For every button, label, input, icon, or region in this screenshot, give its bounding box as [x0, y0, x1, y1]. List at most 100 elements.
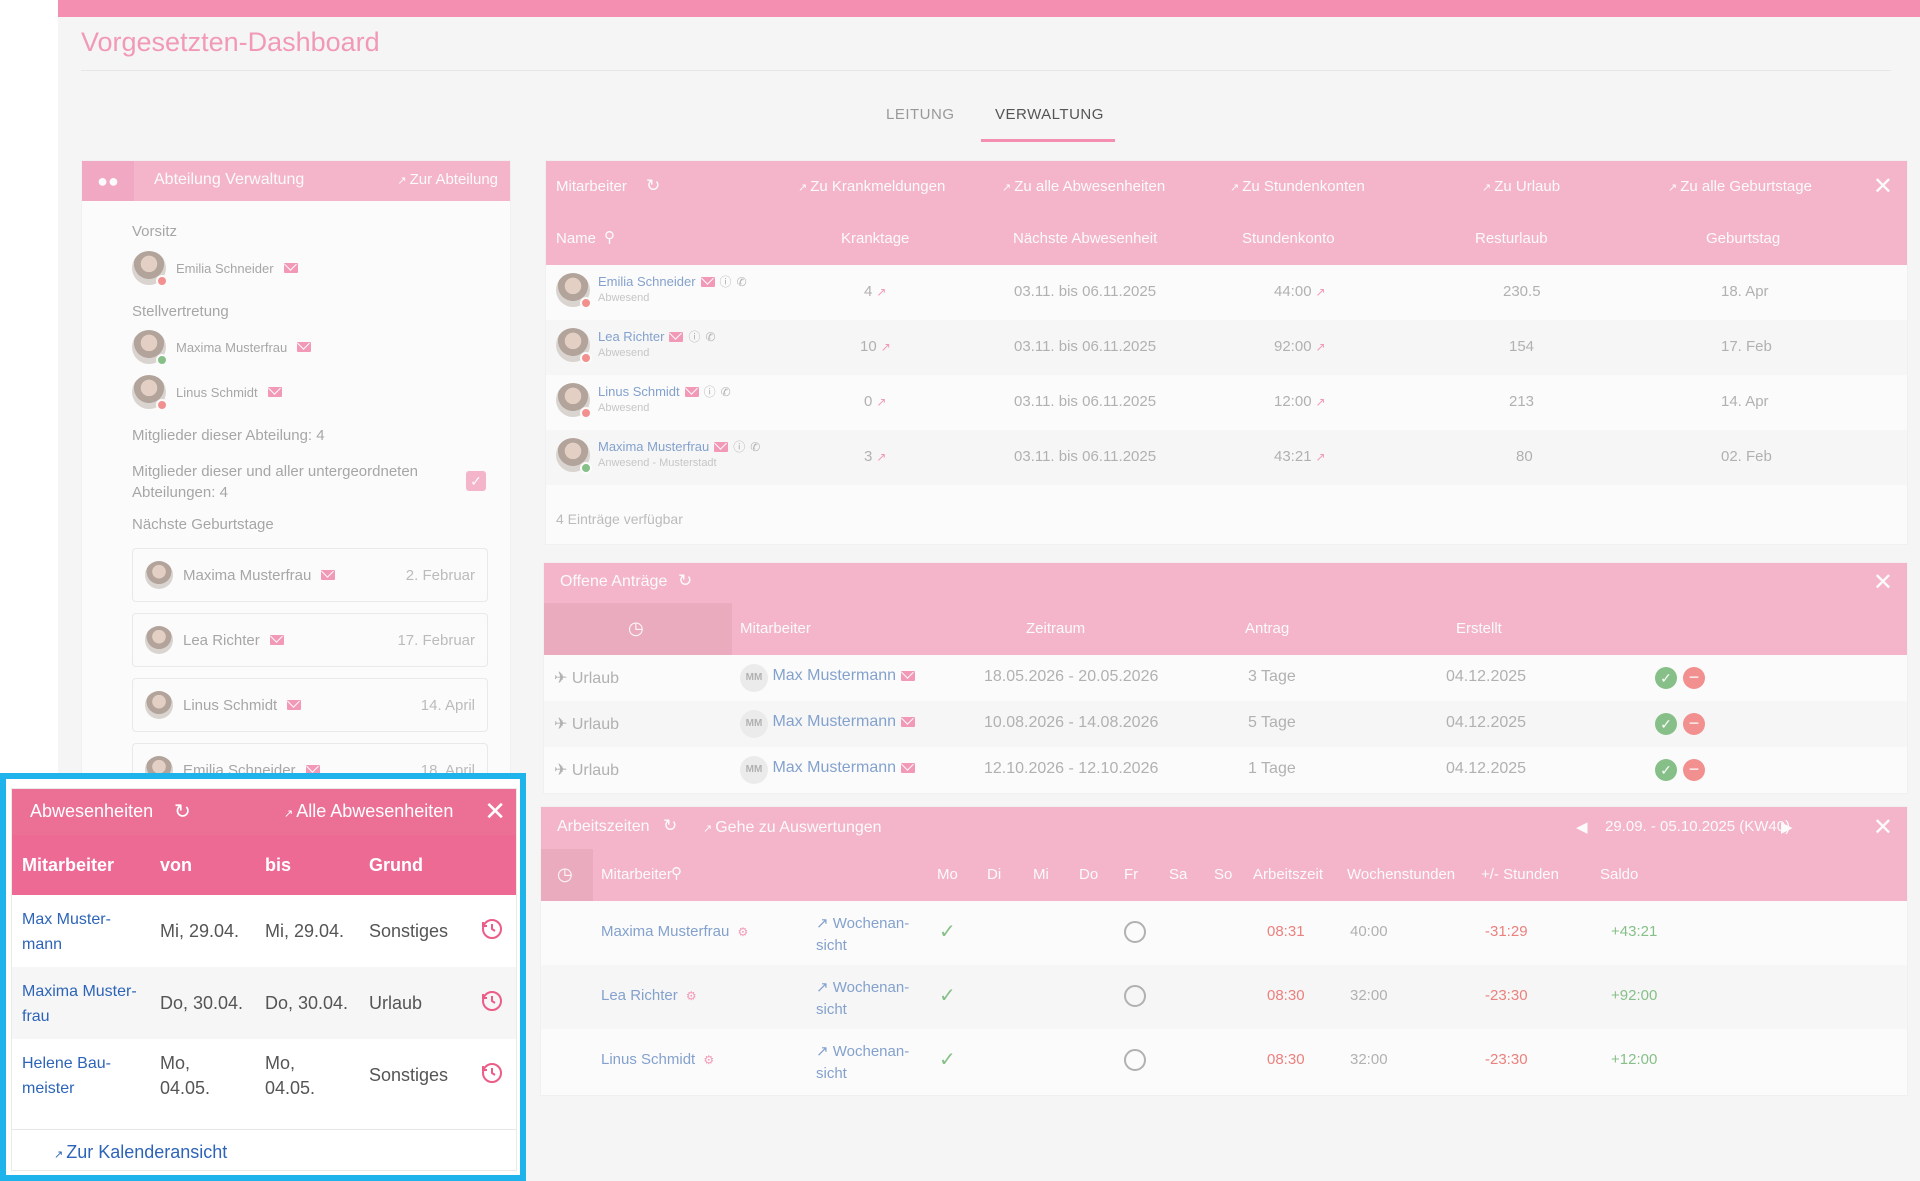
- close-icon[interactable]: ✕: [1873, 175, 1893, 199]
- col-employee[interactable]: Mitarbeiter: [22, 855, 114, 876]
- employee-name[interactable]: Lea Richter: [601, 987, 678, 1004]
- week-view-link[interactable]: ↗ Wochenan-sicht: [816, 979, 909, 1018]
- info-icon[interactable]: ⓘ: [720, 273, 732, 290]
- all-absences-link[interactable]: Zu alle Abwesenheiten: [1002, 178, 1165, 195]
- col-balance[interactable]: Saldo: [1600, 866, 1638, 883]
- col-time-account[interactable]: Stundenkonto: [1242, 230, 1335, 247]
- birthday-name[interactable]: Maxima Musterfrau: [183, 567, 311, 584]
- mail-icon[interactable]: [700, 277, 715, 288]
- mail-icon[interactable]: [287, 700, 302, 710]
- search-icon[interactable]: ⚲: [671, 864, 682, 882]
- employee-name[interactable]: Lea Richter: [598, 329, 664, 344]
- deputy-name[interactable]: Linus Schmidt: [176, 385, 258, 400]
- reject-button[interactable]: −: [1683, 667, 1705, 689]
- employee-name[interactable]: Maxima Musterfrau: [601, 923, 729, 940]
- col-remaining-vacation[interactable]: Resturlaub: [1475, 230, 1548, 247]
- calendar-view-link[interactable]: Zur Kalenderansicht: [54, 1142, 227, 1163]
- gear-icon[interactable]: ⚙: [738, 925, 749, 939]
- mail-icon[interactable]: [900, 670, 915, 681]
- refresh-icon[interactable]: ↻: [663, 816, 677, 836]
- mail-icon[interactable]: [900, 716, 915, 727]
- employee-name[interactable]: Helene Bau-meister: [22, 1051, 147, 1101]
- clock-icon[interactable]: ◷: [628, 618, 644, 639]
- mail-icon[interactable]: [321, 570, 336, 580]
- history-icon[interactable]: [480, 917, 504, 941]
- evaluations-link[interactable]: Gehe zu Auswertungen: [703, 819, 881, 837]
- search-icon[interactable]: ⚲: [604, 228, 615, 246]
- external-link-icon[interactable]: ↗: [1316, 285, 1326, 299]
- vacation-link[interactable]: Zu Urlaub: [1482, 178, 1560, 195]
- mail-icon[interactable]: [267, 387, 282, 397]
- chair-name[interactable]: Emilia Schneider: [176, 261, 274, 276]
- refresh-icon[interactable]: ↻: [678, 571, 692, 591]
- mail-icon[interactable]: [669, 332, 684, 343]
- info-icon[interactable]: ⓘ: [704, 383, 716, 400]
- close-icon[interactable]: ✕: [1873, 571, 1893, 595]
- col-birthday[interactable]: Geburtstag: [1706, 230, 1780, 247]
- col-work-time[interactable]: Arbeitszeit: [1253, 866, 1323, 883]
- all-absences-link[interactable]: Alle Abwesenheiten: [284, 801, 453, 822]
- birthdays-link[interactable]: Zu alle Geburtstage: [1668, 178, 1812, 195]
- col-request[interactable]: Antrag: [1245, 620, 1289, 637]
- external-link-icon[interactable]: ↗: [876, 450, 886, 464]
- history-icon[interactable]: [480, 1061, 504, 1085]
- close-icon[interactable]: ✕: [1873, 816, 1893, 840]
- col-from[interactable]: von: [160, 855, 192, 876]
- birthday-name[interactable]: Lea Richter: [183, 632, 260, 649]
- employee-name[interactable]: Linus Schmidt: [601, 1051, 695, 1068]
- mail-icon[interactable]: [269, 635, 284, 645]
- external-link-icon[interactable]: ↗: [881, 340, 891, 354]
- employee-name[interactable]: Linus Schmidt: [598, 384, 680, 399]
- refresh-icon[interactable]: ↻: [174, 799, 191, 824]
- gear-icon[interactable]: ⚙: [703, 1053, 714, 1067]
- employee-name[interactable]: Max Mustermann: [772, 667, 896, 684]
- next-week-icon[interactable]: ▶: [1781, 818, 1793, 836]
- mail-icon[interactable]: [714, 442, 729, 453]
- tab-leitung[interactable]: LEITUNG: [886, 106, 955, 123]
- close-icon[interactable]: ✕: [484, 798, 506, 824]
- mail-icon[interactable]: [297, 342, 312, 352]
- external-link-icon[interactable]: ↗: [876, 395, 886, 409]
- mail-icon[interactable]: [684, 387, 699, 398]
- col-employee[interactable]: Mitarbeiter: [740, 620, 811, 637]
- employee-name[interactable]: Maxima Musterfrau: [598, 439, 709, 454]
- time-accounts-link[interactable]: Zu Stundenkonten: [1230, 178, 1365, 195]
- week-view-link[interactable]: ↗ Wochenan-sicht: [816, 1043, 909, 1082]
- tab-verwaltung[interactable]: VERWALTUNG: [995, 106, 1104, 123]
- sick-notes-link[interactable]: Zu Krankmeldungen: [798, 178, 945, 195]
- birthday-name[interactable]: Linus Schmidt: [183, 697, 277, 714]
- prev-week-icon[interactable]: ◀: [1576, 818, 1588, 836]
- col-weekly-hours[interactable]: Wochenstunden: [1347, 866, 1455, 883]
- include-subdepartments-checkbox[interactable]: ✓: [466, 471, 486, 491]
- reject-button[interactable]: −: [1683, 713, 1705, 735]
- phone-icon[interactable]: ✆: [706, 330, 716, 344]
- history-icon[interactable]: [480, 989, 504, 1013]
- deputy-name[interactable]: Maxima Musterfrau: [176, 340, 287, 355]
- col-next-absence[interactable]: Nächste Abwesenheit: [1013, 230, 1157, 247]
- phone-icon[interactable]: ✆: [721, 385, 731, 399]
- col-created[interactable]: Erstellt: [1456, 620, 1502, 637]
- col-name[interactable]: Name: [556, 230, 596, 247]
- info-icon[interactable]: ⓘ: [688, 328, 700, 345]
- reject-button[interactable]: −: [1683, 759, 1705, 781]
- mail-icon[interactable]: [283, 263, 298, 273]
- col-sick-days[interactable]: Kranktage: [841, 230, 909, 247]
- week-view-link[interactable]: ↗ Wochenan-sicht: [816, 915, 909, 954]
- approve-button[interactable]: ✓: [1655, 759, 1677, 781]
- employee-name[interactable]: Max Muster-mann: [22, 907, 147, 957]
- external-link-icon[interactable]: ↗: [1316, 450, 1326, 464]
- to-department-link[interactable]: Zur Abteilung: [397, 171, 498, 188]
- col-period[interactable]: Zeitraum: [1026, 620, 1085, 637]
- phone-icon[interactable]: ✆: [737, 275, 747, 289]
- col-reason[interactable]: Grund: [369, 855, 423, 876]
- col-to[interactable]: bis: [265, 855, 291, 876]
- external-link-icon[interactable]: ↗: [1316, 395, 1326, 409]
- mail-icon[interactable]: [900, 762, 915, 773]
- col-diff-hours[interactable]: +/- Stunden: [1481, 866, 1559, 883]
- info-icon[interactable]: ⓘ: [733, 438, 745, 455]
- col-employee[interactable]: Mitarbeiter: [601, 866, 672, 883]
- external-link-icon[interactable]: ↗: [1316, 340, 1326, 354]
- employee-name[interactable]: Max Mustermann: [772, 759, 896, 776]
- employee-name[interactable]: Maxima Muster-frau: [22, 979, 147, 1029]
- refresh-icon[interactable]: ↻: [646, 176, 660, 196]
